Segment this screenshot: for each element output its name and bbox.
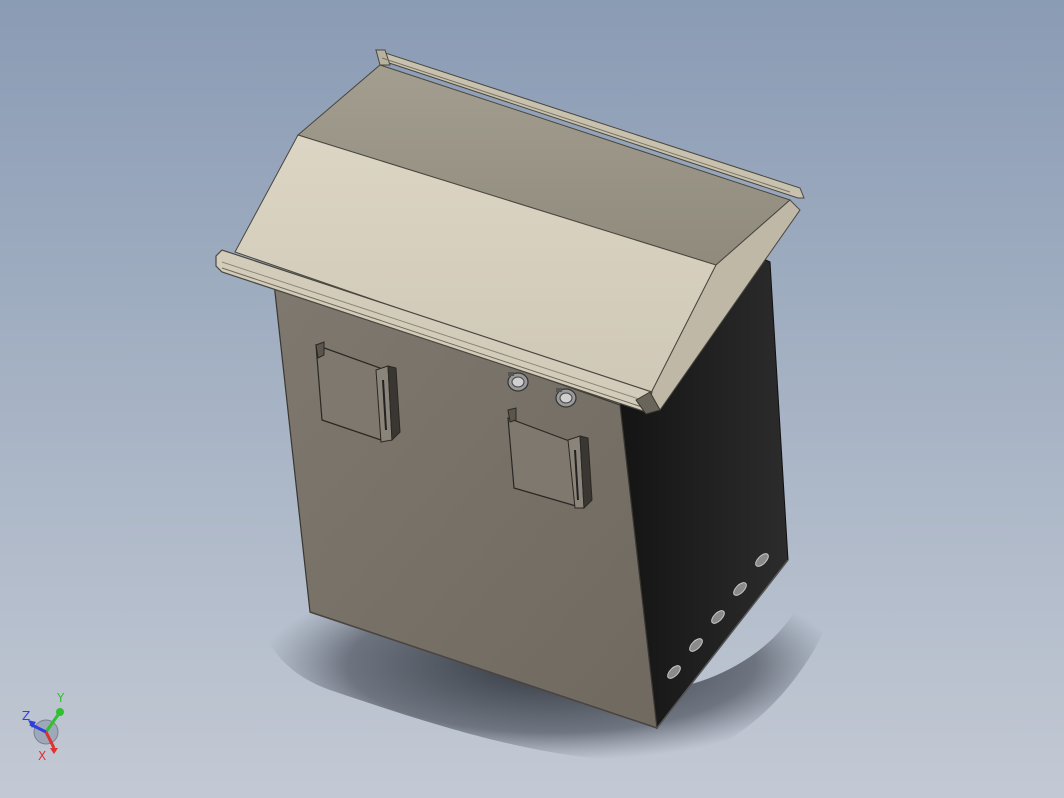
orientation-triad[interactable]: Y Z X	[14, 686, 78, 768]
cable-gland-1[interactable]	[507, 372, 529, 392]
z-axis-label: Z	[22, 709, 30, 723]
cable-gland-2[interactable]	[555, 388, 577, 408]
model-scene[interactable]	[0, 0, 1064, 798]
3d-viewport[interactable]: Y Z X	[0, 0, 1064, 798]
x-axis-label: X	[38, 749, 46, 763]
y-axis-label: Y	[56, 691, 65, 705]
